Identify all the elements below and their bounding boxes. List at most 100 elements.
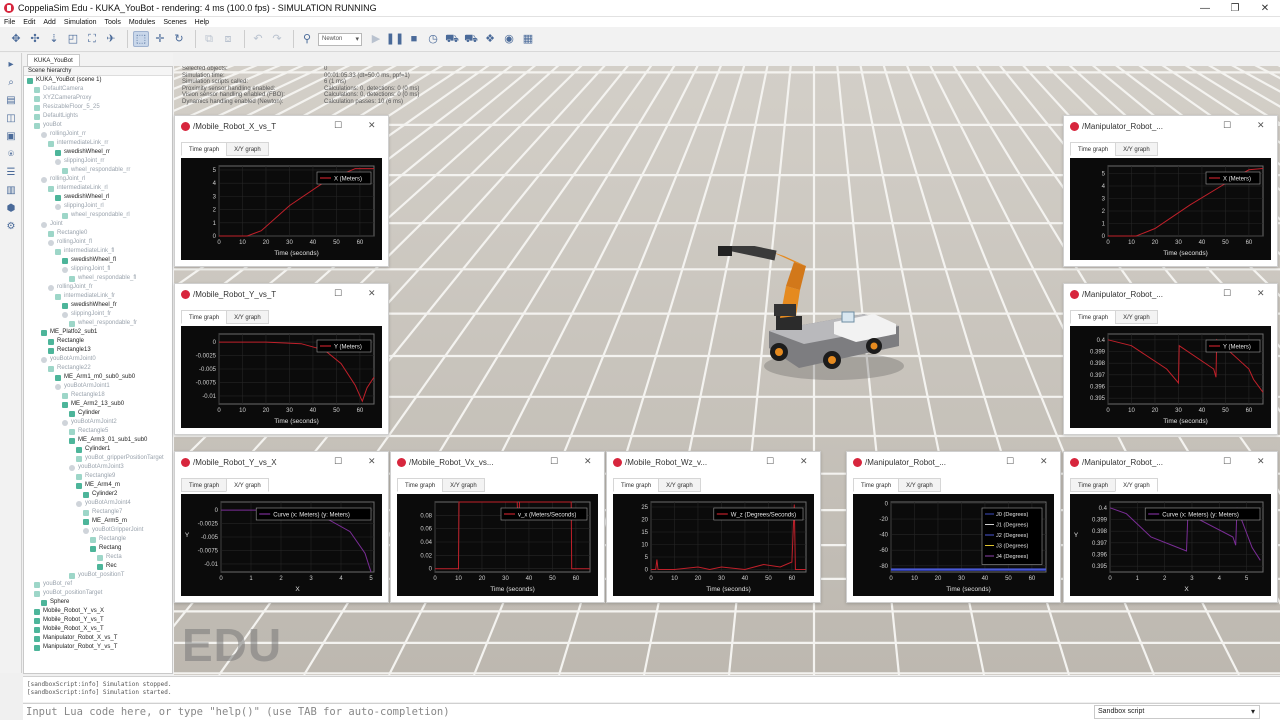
model-browser-icon[interactable]: ▸	[4, 57, 18, 71]
plot-area[interactable]: 0 10 20 30 40 50 60 0.4 0.399 0.398 0.397 0.396 0.39…	[1070, 326, 1271, 428]
camera-rotate-icon[interactable]: ✣	[27, 31, 43, 47]
tab-time-graph[interactable]: Time graph	[181, 142, 228, 156]
hierarchy-item[interactable]: Rectangle0	[24, 229, 172, 238]
hierarchy-item[interactable]: wheel_respondable_rr	[24, 166, 172, 175]
hierarchy-item[interactable]: Rectangle5	[24, 427, 172, 436]
thread-rendering-icon[interactable]: ❖	[482, 31, 498, 47]
plot-area[interactable]: 0 10 20 30 40 50 60 0 0.02 0.04 0.06 0.08 Time (seco…	[397, 494, 598, 596]
layers-icon[interactable]: ◫	[4, 111, 18, 125]
hierarchy-item[interactable]: slippingJoint_rr	[24, 157, 172, 166]
plot-area[interactable]: 0 10 20 30 40 50 60 0 -0.0025 -0.005 -0.0075 -0.01 T…	[181, 326, 382, 428]
tab-xy-graph[interactable]: X/Y graph	[1115, 478, 1158, 492]
hierarchy-item[interactable]: slippingJoint_fr	[24, 310, 172, 319]
hierarchy-item[interactable]: DefaultCamera	[24, 85, 172, 94]
close-icon[interactable]: ✕	[1040, 456, 1048, 467]
click-select-icon[interactable]: ⬚	[133, 31, 149, 47]
hierarchy-item[interactable]: intermediateLink_fl	[24, 247, 172, 256]
hierarchy-item[interactable]: DefaultLights	[24, 112, 172, 121]
tab-xy-graph[interactable]: X/Y graph	[898, 478, 941, 492]
hierarchy-item[interactable]: Manipulator_Robot_X_vs_T	[24, 634, 172, 643]
hierarchy-item[interactable]: Sphere	[24, 598, 172, 607]
hierarchy-item[interactable]: rollingJoint_fl	[24, 238, 172, 247]
tab-xy-graph[interactable]: X/Y graph	[1115, 142, 1158, 156]
menu-add[interactable]: Add	[39, 19, 59, 26]
hierarchy-item[interactable]: wheel_respondable_fl	[24, 274, 172, 283]
tab-time-graph[interactable]: Time graph	[397, 478, 444, 492]
scene-tab[interactable]: KUKA_YouBot	[27, 54, 80, 66]
tab-time-graph[interactable]: Time graph	[181, 478, 228, 492]
hierarchy-item[interactable]: intermediateLink_rr	[24, 139, 172, 148]
camera-angle-icon[interactable]: ◰	[65, 31, 81, 47]
hierarchy-item[interactable]: youBotArmJoint1	[24, 382, 172, 391]
hierarchy-item[interactable]: youBotArmJoint2	[24, 418, 172, 427]
tab-time-graph[interactable]: Time graph	[1070, 478, 1117, 492]
menu-modules[interactable]: Modules	[125, 19, 159, 26]
hierarchy-item[interactable]: KUKA_YouBot (scene 1)	[24, 76, 172, 85]
slow-down-icon[interactable]: ⛟	[444, 31, 460, 47]
hierarchy-item[interactable]: swedishWheel_rr	[24, 148, 172, 157]
plot-area[interactable]: 0 10 20 30 40 50 60 0 5 10 15 20 25 Time (seconds) W_z…	[613, 494, 814, 596]
hierarchy-item[interactable]: ME_Arm4_m	[24, 481, 172, 490]
hierarchy-item[interactable]: slippingJoint_fl	[24, 265, 172, 274]
search-icon[interactable]: ⌕	[4, 75, 18, 89]
hierarchy-item[interactable]: Rectangle22	[24, 364, 172, 373]
close-icon[interactable]: ✕	[800, 456, 808, 467]
close-icon[interactable]: ✕	[368, 456, 376, 467]
hierarchy-item[interactable]: rollingJoint_rl	[24, 175, 172, 184]
close-icon[interactable]: ✕	[1257, 456, 1265, 467]
hierarchy-item[interactable]: XYZCameraProxy	[24, 94, 172, 103]
close-icon[interactable]: ✕	[1257, 288, 1265, 299]
graph-title-bar[interactable]: /Manipulator_Robot_... ☐ ✕	[1064, 116, 1277, 137]
plot-area[interactable]: 0 1 2 3 4 5 0 -0.0025 -0.005 -0.0075 -0.01 X Y Curve …	[181, 494, 382, 596]
maximize-icon[interactable]: ☐	[550, 456, 558, 467]
maximize-icon[interactable]: ☐	[1223, 120, 1231, 131]
calculation-modules-icon[interactable]: ⍟	[4, 147, 18, 161]
hierarchy-item[interactable]: Mobile_Robot_Y_vs_X	[24, 607, 172, 616]
hierarchy-item[interactable]: Rectangle	[24, 535, 172, 544]
graph-title-bar[interactable]: /Mobile_Robot_Y_vs_T ☐ ✕	[175, 284, 388, 305]
undo-icon[interactable]: ↶	[250, 31, 266, 47]
close-icon[interactable]: ✕	[1250, 0, 1280, 17]
real-time-icon[interactable]: ◷	[425, 31, 441, 47]
start-simulation-icon[interactable]: ▶	[368, 31, 384, 47]
hierarchy-item[interactable]: youBotGripperJoint	[24, 526, 172, 535]
lua-command-input[interactable]: Input Lua code here, or type "help()" (u…	[23, 706, 1094, 718]
menu-tools[interactable]: Tools	[101, 19, 125, 26]
maximize-icon[interactable]: ☐	[766, 456, 774, 467]
close-icon[interactable]: ✕	[584, 456, 592, 467]
hierarchy-item[interactable]: Rectang	[24, 544, 172, 553]
hierarchy-item[interactable]: ME_Arm2_13_sub0	[24, 400, 172, 409]
maximize-icon[interactable]: ☐	[334, 120, 342, 131]
hierarchy-item[interactable]: youBotArmJoint3	[24, 463, 172, 472]
graph-window-mobile-y-vs-t[interactable]: /Mobile_Robot_Y_vs_T ☐ ✕ Time graph X/Y grap…	[174, 283, 389, 435]
hierarchy-item[interactable]: Manipulator_Robot_Y_vs_T	[24, 643, 172, 652]
hierarchy-item[interactable]: Rectangle18	[24, 391, 172, 400]
hierarchy-item[interactable]: Mobile_Robot_X_vs_T	[24, 625, 172, 634]
hierarchy-item[interactable]: swedishWheel_rl	[24, 193, 172, 202]
maximize-icon[interactable]: ☐	[1006, 456, 1014, 467]
graph-title-bar[interactable]: /Manipulator_Robot_... ☐ ✕	[847, 452, 1060, 473]
hierarchy-item[interactable]: intermediateLink_rl	[24, 184, 172, 193]
hierarchy-item[interactable]: youBot_gripperPositionTarget	[24, 454, 172, 463]
hierarchy-item[interactable]: ME_Arm5_m	[24, 517, 172, 526]
graph-window-mobile-y-vs-x[interactable]: /Mobile_Robot_Y_vs_X ☐ ✕ Time graph X/Y grap…	[174, 451, 389, 603]
hierarchy-item[interactable]: Recta	[24, 553, 172, 562]
hierarchy-item[interactable]: Rectangle13	[24, 346, 172, 355]
scripts-icon[interactable]: ▥	[4, 183, 18, 197]
tab-xy-graph[interactable]: X/Y graph	[226, 478, 269, 492]
hierarchy-item[interactable]: Cylinder2	[24, 490, 172, 499]
hierarchy-item[interactable]: swedishWheel_fl	[24, 256, 172, 265]
graph-title-bar[interactable]: /Mobile_Robot_Y_vs_X ☐ ✕	[175, 452, 388, 473]
scene-hierarchy-icon[interactable]: ▤	[4, 93, 18, 107]
graph-window-mobile-x-vs-t[interactable]: /Mobile_Robot_X_vs_T ☐ ✕ Time graph X/Y grap…	[174, 115, 389, 267]
hierarchy-item[interactable]: ME_Arm1_m0_sub0_sub0	[24, 373, 172, 382]
hierarchy-item[interactable]: wheel_respondable_fr	[24, 319, 172, 328]
hierarchy-item[interactable]: youBot_positionT	[24, 571, 172, 580]
maximize-icon[interactable]: ☐	[334, 456, 342, 467]
menu-simulation[interactable]: Simulation	[60, 19, 101, 26]
shape-edit-icon[interactable]: ⬢	[4, 201, 18, 215]
fit-to-view-icon[interactable]: ⛶	[84, 31, 100, 47]
tab-xy-graph[interactable]: X/Y graph	[658, 478, 701, 492]
hierarchy-item[interactable]: youBotArmJoint4	[24, 499, 172, 508]
visualization-toggle-icon[interactable]: ◉	[501, 31, 517, 47]
